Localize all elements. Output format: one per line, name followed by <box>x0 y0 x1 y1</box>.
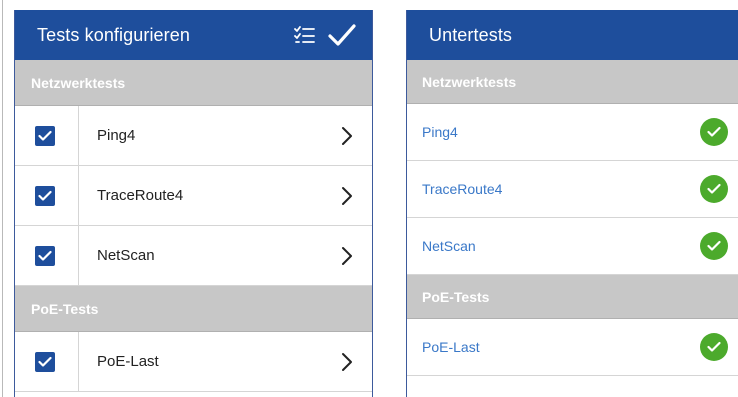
header-actions <box>294 10 356 60</box>
checkbox-cell <box>15 332 79 391</box>
test-label: TraceRoute4 <box>97 187 184 204</box>
tests-config-title: Tests konfigurieren <box>37 24 190 45</box>
test-label: NetScan <box>97 247 155 264</box>
checkbox-cell <box>15 106 79 165</box>
test-label: Ping4 <box>97 127 136 144</box>
subtests-panel: Untertests Netzwerktests Ping4 TraceRout… <box>406 10 738 397</box>
checkbox-cell <box>15 226 79 285</box>
subtest-link[interactable]: TraceRoute4 <box>422 181 502 197</box>
check-circle-icon <box>700 232 728 260</box>
subtest-row-traceroute4[interactable]: TraceRoute4 <box>407 161 738 218</box>
test-row-ping4[interactable]: Ping4 <box>15 106 372 166</box>
test-row-netscan[interactable]: NetScan <box>15 226 372 286</box>
check-circle-icon <box>700 333 728 361</box>
checkmark-icon[interactable] <box>328 23 356 47</box>
checkbox-checked-icon[interactable] <box>35 351 55 372</box>
chevron-right-icon[interactable] <box>322 166 372 225</box>
checkbox-cell <box>15 166 79 225</box>
tests-config-header: Tests konfigurieren <box>15 10 372 60</box>
section-header-poe-tests: PoE-Tests <box>407 275 738 319</box>
chevron-right-icon[interactable] <box>322 226 372 285</box>
checklist-icon[interactable] <box>294 25 316 45</box>
subtests-header: Untertests <box>407 10 738 60</box>
section-header-netzwerktests: Netzwerktests <box>407 60 738 104</box>
subtest-link[interactable]: PoE-Last <box>422 339 480 355</box>
test-label: PoE-Last <box>97 353 159 370</box>
checkbox-checked-icon[interactable] <box>35 125 55 146</box>
subtest-row-poe-last[interactable]: PoE-Last <box>407 319 738 376</box>
test-row-poe-last[interactable]: PoE-Last <box>15 332 372 392</box>
section-header-poe-tests: PoE-Tests <box>15 286 372 332</box>
chevron-right-icon[interactable] <box>322 106 372 165</box>
subtest-row-ping4[interactable]: Ping4 <box>407 104 738 161</box>
subtests-title: Untertests <box>429 24 513 45</box>
check-circle-icon <box>700 175 728 203</box>
subtest-link[interactable]: Ping4 <box>422 124 458 140</box>
checkbox-checked-icon[interactable] <box>35 245 55 266</box>
chevron-right-icon[interactable] <box>322 332 372 391</box>
tests-config-panel: Tests konfigurieren Netzwerktests Ping4 … <box>14 10 373 397</box>
check-circle-icon <box>700 118 728 146</box>
test-row-traceroute4[interactable]: TraceRoute4 <box>15 166 372 226</box>
outer-frame-edge <box>2 0 3 397</box>
subtest-link[interactable]: NetScan <box>422 238 476 254</box>
subtest-row-netscan[interactable]: NetScan <box>407 218 738 275</box>
section-header-netzwerktests: Netzwerktests <box>15 60 372 106</box>
checkbox-checked-icon[interactable] <box>35 185 55 206</box>
